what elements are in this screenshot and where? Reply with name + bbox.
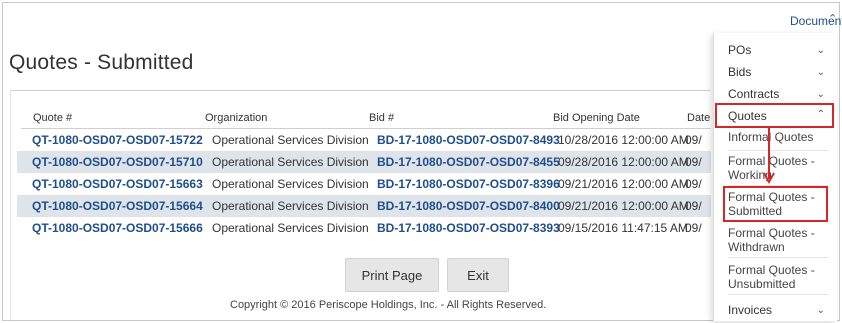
menu-item-invoices[interactable]: Invoices ⌄ xyxy=(714,299,837,321)
organization-cell: Operational Services Division xyxy=(212,199,369,213)
table-row: QT-1080-OSD07-OSD07-15710 Operational Se… xyxy=(17,151,711,173)
chevron-down-icon: ⌄ xyxy=(816,67,825,78)
submenu-informal-quotes[interactable]: Informal Quotes xyxy=(728,130,828,144)
submenu-formal-quotes-withdrawn[interactable]: Formal Quotes - Withdrawn xyxy=(728,226,828,254)
chevron-up-icon[interactable]: ⌃ xyxy=(828,12,837,25)
bid-opening-date-cell: 09/21/2016 12:00:00 AM xyxy=(558,199,689,213)
table-row: QT-1080-OSD07-OSD07-15722 Operational Se… xyxy=(17,129,711,151)
col-bid-opening-date[interactable]: Bid Opening Date xyxy=(553,112,640,124)
menu-item-label: Contracts xyxy=(728,87,780,101)
quote-link[interactable]: QT-1080-OSD07-OSD07-15664 xyxy=(32,199,203,213)
bid-link[interactable]: BD-17-1080-OSD07-OSD07-8455 xyxy=(377,155,560,169)
menu-item-bids[interactable]: Bids ⌄ xyxy=(714,61,837,83)
date-cell: 09/ xyxy=(685,177,702,191)
bid-link[interactable]: BD-17-1080-OSD07-OSD07-8493 xyxy=(377,133,560,147)
organization-cell: Operational Services Division xyxy=(212,155,369,169)
bid-opening-date-cell: 10/28/2016 12:00:00 AM xyxy=(558,133,689,147)
submenu-formal-quotes-unsubmitted[interactable]: Formal Quotes - Unsubmitted xyxy=(728,263,828,291)
print-page-button[interactable]: Print Page xyxy=(345,258,439,292)
bid-opening-date-cell: 09/15/2016 11:47:15 AM xyxy=(558,221,688,235)
quote-link[interactable]: QT-1080-OSD07-OSD07-15663 xyxy=(32,177,203,191)
col-bid[interactable]: Bid # xyxy=(369,112,394,124)
bid-opening-date-cell: 09/21/2016 12:00:00 AM xyxy=(558,177,689,191)
col-organization[interactable]: Organization xyxy=(205,112,267,124)
quote-link[interactable]: QT-1080-OSD07-OSD07-15722 xyxy=(32,133,203,147)
table-row: QT-1080-OSD07-OSD07-15663 Operational Se… xyxy=(17,173,711,195)
menu-item-label: Bids xyxy=(728,65,752,79)
bid-link[interactable]: BD-17-1080-OSD07-OSD07-8400 xyxy=(377,199,560,213)
quote-link[interactable]: QT-1080-OSD07-OSD07-15710 xyxy=(32,155,203,169)
chevron-down-icon: ⌄ xyxy=(816,305,825,316)
quotes-highlight-box xyxy=(715,103,834,128)
submenu-divider xyxy=(728,294,828,295)
submitted-highlight-box xyxy=(723,186,828,222)
chevron-down-icon: ⌄ xyxy=(816,89,825,100)
exit-button[interactable]: Exit xyxy=(447,258,509,292)
menu-item-label: POs xyxy=(728,43,752,57)
col-date[interactable]: Date xyxy=(687,112,710,124)
chevron-down-icon: ⌄ xyxy=(816,45,825,56)
menu-item-contracts[interactable]: Contracts ⌄ xyxy=(714,83,837,103)
submenu-formal-quotes-working[interactable]: Formal Quotes - Working xyxy=(728,154,828,182)
menu-item-label: Invoices xyxy=(728,303,773,317)
date-cell: 09/ xyxy=(685,199,702,213)
submenu-divider xyxy=(728,257,828,258)
bid-link[interactable]: BD-17-1080-OSD07-OSD07-8396 xyxy=(377,177,560,191)
bid-opening-date-cell: 09/28/2016 12:00:00 AM xyxy=(558,155,689,169)
menu-item-pos[interactable]: POs ⌄ xyxy=(714,39,837,61)
red-arrow-down xyxy=(763,126,775,185)
quote-link[interactable]: QT-1080-OSD07-OSD07-15666 xyxy=(32,221,203,235)
copyright-text: Copyright © 2016 Periscope Holdings, Inc… xyxy=(230,299,547,311)
table-row: QT-1080-OSD07-OSD07-15666 Operational Se… xyxy=(17,217,711,239)
col-quote[interactable]: Quote # xyxy=(33,112,72,124)
organization-cell: Operational Services Division xyxy=(212,133,369,147)
date-cell: 09/ xyxy=(685,155,702,169)
table-header: Quote # Organization Bid # Bid Opening D… xyxy=(21,110,711,129)
organization-cell: Operational Services Division xyxy=(212,221,369,235)
submenu-divider xyxy=(728,150,828,151)
bid-link[interactable]: BD-17-1080-OSD07-OSD07-8393 xyxy=(377,221,560,235)
date-cell: 09/ xyxy=(685,221,702,235)
organization-cell: Operational Services Division xyxy=(212,177,369,191)
page-title: Quotes - Submitted xyxy=(9,51,194,74)
date-cell: 09/ xyxy=(685,133,702,147)
table-row: QT-1080-OSD07-OSD07-15664 Operational Se… xyxy=(17,195,711,217)
